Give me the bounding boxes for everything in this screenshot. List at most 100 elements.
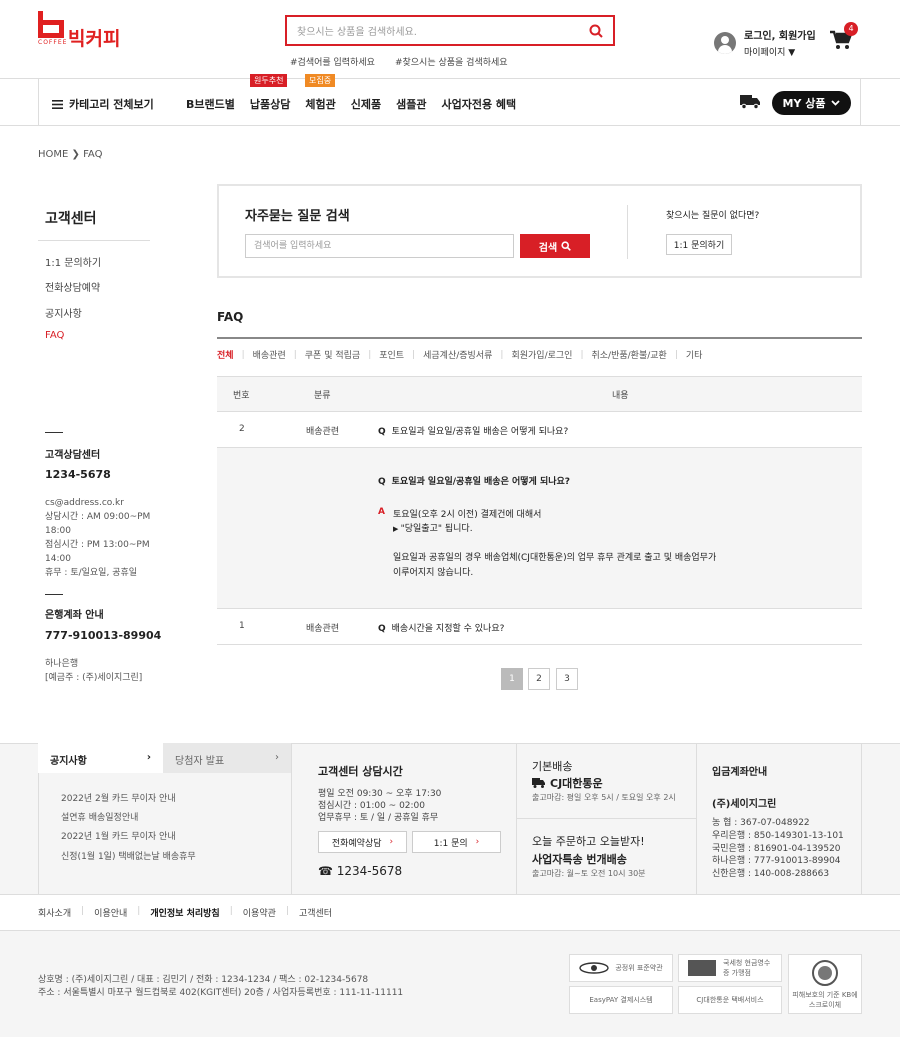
nav-badge-recommend: 원두추천 xyxy=(250,74,288,87)
account-title: 입금계좌안내 xyxy=(712,767,768,778)
escrow-badge[interactable]: 피해보호의 기준 KB에스크로이체 xyxy=(788,954,862,1014)
notice-item[interactable]: 2022년 1월 카드 무이자 안내 xyxy=(61,829,176,842)
ask-inquiry-button[interactable]: 1:1 문의하기 xyxy=(666,234,732,255)
inquiry-button[interactable]: 1:1 문의 › xyxy=(412,831,501,853)
tab-delivery[interactable]: 배송관련 xyxy=(253,348,286,361)
phone-reservation-button[interactable]: 전화예약상담 › xyxy=(318,831,407,853)
cs-email: cs@address.co.kr xyxy=(45,498,124,508)
faq-search-input[interactable]: 검색어를 입력하세요 xyxy=(245,234,514,258)
link-terms[interactable]: 이용약관 xyxy=(243,906,276,919)
search-icon xyxy=(561,241,572,251)
answer-line: 이루어지지 않습니다. xyxy=(393,568,474,578)
nav-item-experience[interactable]: 체험관 xyxy=(305,96,335,112)
nav-item-brand[interactable]: B브랜드별 xyxy=(186,96,235,112)
tab-notice[interactable]: 공지사항 › xyxy=(38,743,163,773)
faq-search-button-label: 검색 xyxy=(538,242,558,254)
truck-icon xyxy=(532,778,545,788)
express-cutoff: 출고마감: 월~토 오전 10시 30분 xyxy=(532,869,646,878)
sidebar-title: 고객센터 xyxy=(45,211,97,227)
my-products-button[interactable]: MY 상품 xyxy=(772,91,851,115)
category-all-button[interactable]: 카테고리 전체보기 xyxy=(52,96,154,112)
page-2[interactable]: 2 xyxy=(528,668,550,690)
account-item: 하나은행 : 777-910013-89904 xyxy=(712,856,841,866)
faq-search-title: 자주묻는 질문 검색 xyxy=(245,209,350,224)
divider xyxy=(38,78,39,125)
sidebar-item-inquiry[interactable]: 1:1 문의하기 xyxy=(45,254,101,269)
nav-item-new[interactable]: 신제품 xyxy=(351,96,381,112)
answer-line: 토요일(오후 2시 이전) 결제건에 대해서 xyxy=(393,510,542,520)
tab-winner[interactable]: 당첨자 발표 › xyxy=(163,743,291,773)
link-cs[interactable]: 고객센터 xyxy=(299,906,332,919)
shipping-carrier: CJ대한통운 xyxy=(532,775,603,791)
tab-etc[interactable]: 기타 xyxy=(686,348,703,361)
link-company[interactable]: 회사소개 xyxy=(38,906,71,919)
cert-badge[interactable]: EasyPAY 결제시스템 xyxy=(569,986,673,1014)
faq-question[interactable]: Q 토요일과 일요일/공휴일 배송은 어떻게 되나요? xyxy=(378,424,568,437)
tab-all[interactable]: 전체 xyxy=(217,348,234,361)
receipt-icon xyxy=(688,960,716,976)
faq-answer-panel xyxy=(217,448,862,608)
shipping-title: 기본배송 xyxy=(532,760,573,773)
faq-not-found-text: 찾으시는 질문이 없다면? xyxy=(666,211,760,221)
faq-search-box xyxy=(217,184,862,278)
cert-badge[interactable]: 국세청 현금영수증 가맹점 xyxy=(678,954,782,982)
link-privacy[interactable]: 개인정보 처리방침 xyxy=(150,906,219,919)
faq-search-button[interactable]: 검색 xyxy=(520,234,590,258)
page-1[interactable]: 1 xyxy=(501,668,523,690)
tab-member[interactable]: 회원가입/로그인 xyxy=(511,348,572,361)
delivery-icon[interactable] xyxy=(740,94,761,112)
chevron-down-icon xyxy=(831,100,841,106)
notice-item[interactable]: 설연휴 배송일정안내 xyxy=(61,810,138,823)
divider xyxy=(45,594,63,595)
account-company: (주)세이지그린 xyxy=(712,799,777,810)
divider xyxy=(517,818,696,819)
search-icon[interactable] xyxy=(589,24,603,38)
sidebar-item-phone[interactable]: 전화상담예약 xyxy=(45,279,100,294)
page-3[interactable]: 3 xyxy=(556,668,578,690)
login-link[interactable]: 로그인, 회원가입 xyxy=(744,27,816,42)
cart-button[interactable]: 4 xyxy=(830,22,858,53)
company-info-line: 상호명 : (주)세이지그린 / 대표 : 김민기 / 전화 : 1234-12… xyxy=(38,975,369,985)
nav-badge-recruiting: 모집중 xyxy=(305,74,336,87)
cert-badge[interactable]: 공정위 표준약관 xyxy=(569,954,673,982)
user-icon xyxy=(714,31,736,54)
express-title: 오늘 주문하고 오늘받자! xyxy=(532,835,645,848)
row-no: 2 xyxy=(239,424,245,434)
sidebar-item-notice[interactable]: 공지사항 xyxy=(45,305,82,320)
divider xyxy=(627,205,628,259)
footer-links: 회사소개 | 이용안내 | 개인정보 처리방침 | 이용약관 | 고객센터 xyxy=(38,906,333,919)
eye-icon xyxy=(579,962,610,974)
mypage-link[interactable]: 마이페이지 ▼ xyxy=(744,45,816,58)
account-item: 신한은행 : 140-008-288663 xyxy=(712,869,830,879)
tab-refund[interactable]: 취소/반품/환불/교환 xyxy=(592,348,667,361)
faq-title: FAQ xyxy=(217,310,244,324)
nav-item-business[interactable]: 사업자전용 혜택 xyxy=(441,96,516,112)
faq-question[interactable]: Q 배송시간을 지정할 수 있나요? xyxy=(378,621,504,634)
search-tag[interactable]: #검색어를 입력하세요 xyxy=(290,55,375,68)
search-input[interactable]: 찾으시는 상품을 검색하세요. xyxy=(285,15,615,46)
nav-item-sample[interactable]: 샘플관 xyxy=(396,96,426,112)
divider xyxy=(217,644,862,645)
my-products-label: MY 상품 xyxy=(782,97,826,110)
divider xyxy=(38,240,150,241)
search-placeholder: 찾으시는 상품을 검색하세요. xyxy=(297,27,417,38)
bank-number: 777-910013-89904 xyxy=(45,629,162,642)
notice-item[interactable]: 2022년 2월 카드 무이자 안내 xyxy=(61,791,176,804)
cart-count-badge: 4 xyxy=(844,22,858,36)
link-guide[interactable]: 이용안내 xyxy=(94,906,127,919)
cert-badge[interactable]: CJ대한통운 택배서비스 xyxy=(678,986,782,1014)
nav-item-supply[interactable]: 납품상담 xyxy=(250,96,290,112)
tab-point[interactable]: 포인트 xyxy=(379,348,404,361)
tab-tax[interactable]: 세금계산/증빙서류 xyxy=(423,348,492,361)
search-tag[interactable]: #찾으시는 상품을 검색하세요 xyxy=(395,55,508,68)
logo[interactable]: COFFEE 빅커피 xyxy=(38,11,120,51)
account-item: 우리은행 : 850-149301-13-101 xyxy=(712,831,844,841)
divider xyxy=(0,125,900,126)
tab-coupon[interactable]: 쿠폰 및 적립금 xyxy=(305,348,360,361)
main-nav: B브랜드별 납품상담 체험관 신제품 샘플관 사업자전용 혜택 xyxy=(186,96,516,112)
sidebar-item-faq[interactable]: FAQ xyxy=(45,330,64,341)
user-menu[interactable]: 로그인, 회원가입마이페이지 ▼ xyxy=(714,27,816,58)
notice-item[interactable]: 신정(1월 1일) 택배없는날 배송휴무 xyxy=(61,849,196,862)
breadcrumb[interactable]: HOME ❯ FAQ xyxy=(38,149,102,160)
cs-title: 고객상담센터 xyxy=(45,450,101,461)
